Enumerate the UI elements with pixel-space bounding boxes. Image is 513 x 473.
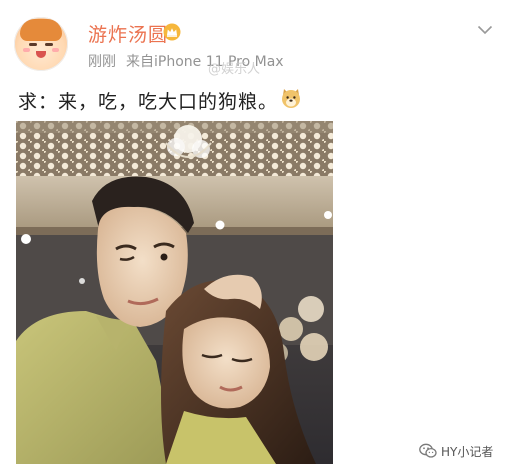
chevron-down-icon[interactable] <box>477 24 493 36</box>
footer-account-name: HY小记者 <box>441 444 494 459</box>
doge-emoji-icon <box>282 89 300 108</box>
watermark: @娱乐人 <box>208 62 261 77</box>
avatar-cheek-right <box>52 48 59 52</box>
footer-account: HY小记者 <box>419 442 493 460</box>
post-time: 刚刚 <box>88 54 116 70</box>
avatar-eye-right <box>45 43 53 46</box>
avatar-hair <box>20 19 62 41</box>
avatar-cheek-left <box>23 48 30 52</box>
crown-icon <box>163 23 181 41</box>
avatar-eye-left <box>29 43 37 46</box>
post-photo[interactable] <box>16 121 333 464</box>
post-text: 求：来，吃，吃大口的狗粮。 <box>18 91 279 113</box>
avatar-mouth <box>36 51 46 58</box>
wechat-icon <box>419 443 437 458</box>
avatar[interactable] <box>14 17 68 71</box>
username[interactable]: 游炸汤圆 <box>88 20 168 47</box>
weibo-post: 游炸汤圆 刚刚 来自iPhone 11 Pro Max @娱乐人 求：来，吃，吃大… <box>0 0 513 473</box>
